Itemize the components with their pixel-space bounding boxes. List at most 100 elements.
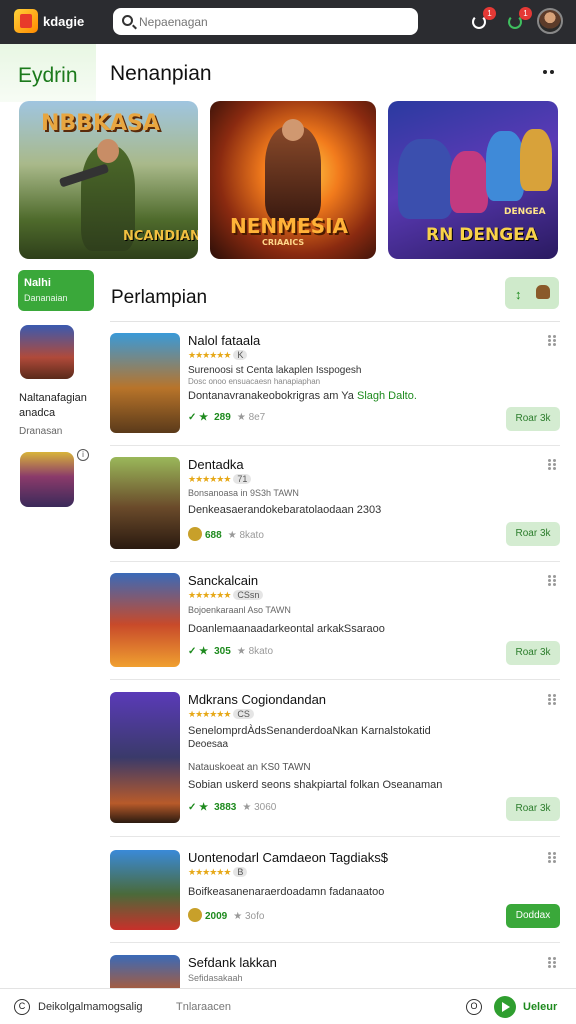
item-stats: ✓ ★ 289 ★ 8e7	[188, 412, 266, 423]
item-thumbnail	[110, 955, 180, 988]
item-action-button[interactable]: Roar 3k	[506, 797, 560, 821]
top-bar: kdagie 1 1	[0, 0, 576, 44]
featured-banner-3[interactable]: RN DENGEA DENGEA	[388, 101, 558, 259]
item-stats: ✓ ★ 3883 ★ 3060	[188, 802, 277, 813]
refresh-icon[interactable]: 1	[506, 7, 532, 31]
item-subtitle: Bonsanoasa in 9S3h TAWN	[188, 488, 299, 498]
app-logo[interactable]: kdagie	[14, 8, 100, 34]
logo-mark-icon	[14, 9, 38, 33]
item-stats: 2009 ★ 3ofo	[188, 908, 264, 922]
item-stats: ✓ ★ 305 ★ 8kato	[188, 646, 274, 657]
sidebar-category[interactable]: Nalhi Dananaian	[18, 270, 94, 311]
info-icon[interactable]: i	[77, 449, 89, 461]
item-rating: ★★★★★★ CS	[188, 709, 254, 720]
item-divider	[110, 561, 560, 562]
item-divider	[110, 679, 560, 680]
item-action-button[interactable]: Roar 3k	[506, 407, 560, 431]
list-title: Perlampian	[111, 287, 208, 308]
refresh-badge: 1	[519, 7, 532, 20]
item-rating: ★★★★★★ CSsn	[188, 590, 264, 601]
list-item[interactable]: Sanckalcain ★★★★★★ CSsn Bojoenkaraanl Aso…	[110, 573, 560, 680]
drag-handle-icon[interactable]	[548, 957, 556, 968]
play-icon[interactable]	[494, 996, 516, 1018]
sidebar-item-sub: Dranasan	[19, 426, 63, 437]
item-subtitle-2: Deoesaa	[188, 739, 229, 750]
item-divider	[110, 836, 560, 837]
sidebar-category-title: Nalhi	[24, 277, 51, 289]
search-icon	[122, 15, 133, 26]
item-description: Doanlemaanaadarkeontal arkakSsaraoo	[188, 623, 385, 635]
logo-text: kdagie	[43, 13, 85, 29]
item-thumbnail	[110, 333, 180, 433]
item-thumbnail	[110, 850, 180, 930]
item-description: Denkeasaerandokebaratolaodaan 2303	[188, 504, 382, 516]
more-options-icon[interactable]	[543, 70, 557, 76]
list-item[interactable]: Dentadka ★★★★★★ 71 Bonsanoasa in 9S3h TAW…	[110, 457, 560, 562]
item-thumbnail	[110, 573, 180, 667]
item-action-button[interactable]: Roar 3k	[506, 641, 560, 665]
item-thumbnail	[110, 457, 180, 549]
drag-handle-icon[interactable]	[548, 335, 556, 346]
banner-1-subtitle: NCANDIAN	[123, 229, 198, 244]
item-subtitle-2: Dosc onoo ensuacaesn hanapiaphan	[188, 377, 321, 386]
item-divider	[110, 942, 560, 943]
sort-icon: ↕	[515, 287, 522, 302]
banner-1-title: NBBKASA	[41, 111, 160, 136]
banner-3-title: RN DENGEA	[426, 225, 538, 245]
item-thumbnail	[110, 692, 180, 823]
drag-handle-icon[interactable]	[548, 694, 556, 705]
item-stats: 688 ★ 8kato	[188, 527, 264, 541]
item-subtitle: Surenoosi st Centa lakaplen Isspogesh	[188, 365, 362, 376]
featured-banner-1[interactable]: NBBKASA NCANDIAN	[19, 101, 198, 259]
list-item[interactable]: Sefdank lakkan Sefidasakaah	[110, 955, 560, 988]
drag-handle-icon[interactable]	[548, 459, 556, 470]
item-subtitle: Boifkeasanenaraerdoadamn fadanaatoo	[188, 886, 385, 898]
bottom-mid-text[interactable]: Tnlaraacen	[176, 1001, 231, 1013]
item-name: Sanckalcain	[188, 573, 259, 588]
bottom-left-text[interactable]: Deikolgalmamogsalig	[38, 1001, 143, 1013]
bottom-bar: C Deikolgalmamogsalig Tnlaraacen O Ueleu…	[0, 988, 576, 1024]
character-icon	[536, 285, 550, 299]
item-description: Sobian uskerd seons shakpiartal folkan O…	[188, 779, 443, 791]
item-name: Uontenodarl Camdaeon Tagdiaks$	[188, 850, 388, 865]
search-box[interactable]	[113, 8, 418, 35]
notification-badge: 1	[483, 7, 496, 20]
list-filter-button[interactable]: ↕	[505, 277, 559, 309]
item-rating: ★★★★★★ K	[188, 350, 248, 361]
featured-tab-label: Eydrin	[18, 64, 78, 87]
list-divider	[110, 321, 560, 322]
list-item[interactable]: Mdkrans Cogiondandan ★★★★★★ CS Senelomprd…	[110, 692, 560, 837]
item-rating: ★★★★★★ 71	[188, 474, 252, 485]
item-detail: Natauskoeat an KS0 TAWN	[188, 762, 311, 773]
list-item[interactable]: Nalol fataala ★★★★★★ K Surenoosi st Centa…	[110, 333, 560, 446]
bottom-right-text[interactable]: Ueleur	[523, 1001, 557, 1013]
item-subtitle: Bojoenkaraanl Aso TAWN	[188, 605, 291, 615]
sidebar-thumb-2[interactable]	[20, 452, 74, 507]
user-avatar[interactable]	[537, 8, 563, 34]
item-subtitle: Sefidasakaah	[188, 973, 243, 983]
notifications-icon[interactable]: 1	[470, 7, 496, 31]
item-name: Sefdank lakkan	[188, 955, 277, 970]
settings-circle-icon[interactable]: O	[466, 999, 482, 1015]
drag-handle-icon[interactable]	[548, 852, 556, 863]
item-action-button[interactable]: Doddax	[506, 904, 560, 928]
sidebar-thumb-1[interactable]	[20, 325, 74, 379]
item-name: Mdkrans Cogiondandan	[188, 692, 327, 707]
banner-3-subtitle: DENGEA	[504, 207, 546, 217]
list-item[interactable]: Uontenodarl Camdaeon Tagdiaks$ ★★★★★★ B B…	[110, 850, 560, 943]
search-input[interactable]	[139, 14, 399, 29]
item-subtitle: SenelomprdÀdsSenanderdoaNkan Karnalstoka…	[188, 725, 431, 737]
item-name: Nalol fataala	[188, 333, 261, 348]
featured-tab[interactable]: Eydrin	[0, 44, 96, 102]
copyright-icon: C	[14, 999, 30, 1015]
item-description: Dontanavranakeobokrigras am Ya Slagh Dal…	[188, 390, 417, 402]
item-name: Dentadka	[188, 457, 244, 472]
drag-handle-icon[interactable]	[548, 575, 556, 586]
item-action-button[interactable]: Roar 3k	[506, 522, 560, 546]
sidebar-item-name[interactable]: Naltanafagian anadca	[19, 391, 99, 421]
banner-2-title: NENMESIA	[230, 214, 349, 238]
item-rating: ★★★★★★ B	[188, 867, 248, 878]
featured-banner-2[interactable]: NENMESIA CRIAAICS	[210, 101, 376, 259]
item-divider	[110, 445, 560, 446]
banner-2-subtitle: CRIAAICS	[262, 238, 305, 247]
